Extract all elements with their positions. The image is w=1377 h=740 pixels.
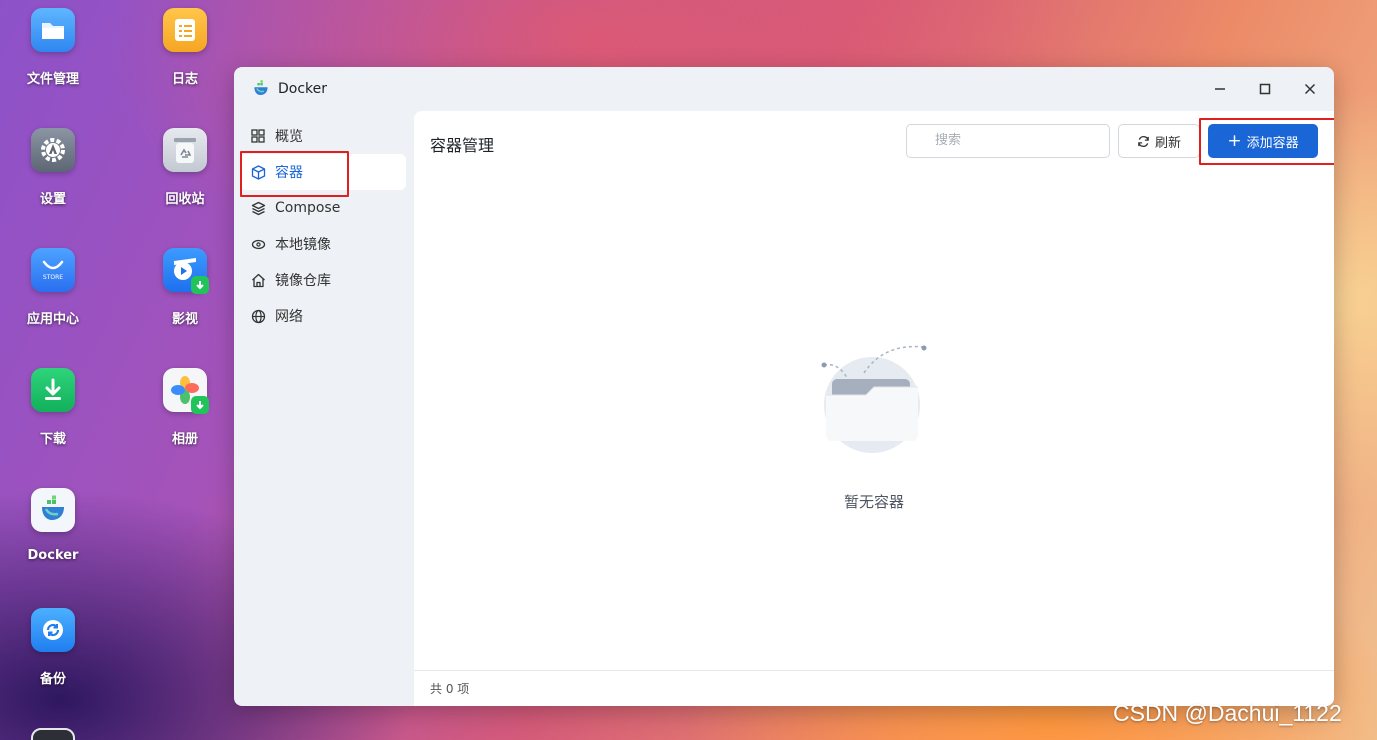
desktop-icon-label: 备份	[39, 672, 66, 687]
globe-icon	[250, 308, 266, 324]
house-icon	[250, 272, 266, 288]
log-icon	[163, 8, 207, 52]
desktop-icon-label: 设置	[39, 192, 66, 207]
desktop-icon-video[interactable]: 影视	[130, 248, 240, 327]
sidebar-item-network[interactable]: 网络	[240, 298, 406, 334]
desktop-icon-label: 影视	[171, 312, 198, 327]
desktop-icon-app-center[interactable]: STORE 应用中心	[0, 248, 108, 327]
recycle-bin-icon	[163, 128, 207, 172]
desktop-icon-label: 下载	[39, 432, 66, 447]
empty-folder-illustration	[821, 345, 927, 453]
desktop-icon-recycle-bin[interactable]: 回收站	[130, 128, 240, 207]
refresh-label: 刷新	[1154, 135, 1181, 151]
sidebar-item-label: 本地镜像	[275, 237, 331, 253]
photos-icon	[163, 368, 209, 414]
page-title: 容器管理	[430, 136, 495, 155]
refresh-button[interactable]: 刷新	[1118, 124, 1200, 158]
backup-icon	[31, 608, 75, 652]
window-titlebar[interactable]: Docker	[234, 67, 1334, 111]
sidebar-item-label: 镜像仓库	[275, 273, 331, 289]
store-icon: STORE	[31, 248, 75, 292]
docker-window: Docker 概览 容器 Compose 本地镜像 镜像仓库 网络 容器管理 搜…	[234, 67, 1334, 706]
desktop-icon-log[interactable]: 日志	[130, 8, 240, 87]
download-icon	[31, 368, 75, 412]
desktop-icon-file-manager[interactable]: 文件管理	[0, 8, 108, 87]
settings-icon	[31, 128, 75, 172]
sidebar-item-label: Compose	[275, 200, 341, 216]
layers-icon	[250, 200, 266, 216]
desktop-icon-settings[interactable]: 设置	[0, 128, 108, 207]
desktop-icon-backup[interactable]: 备份	[0, 608, 108, 687]
highlight-box-containers	[240, 151, 349, 197]
store-badge-text: STORE	[42, 273, 64, 281]
sidebar-item-label: 网络	[275, 309, 303, 325]
refresh-icon	[1137, 135, 1150, 148]
sidebar-item-image-registry[interactable]: 镜像仓库	[240, 262, 406, 298]
desktop-icon-docker[interactable]: Docker	[0, 488, 108, 563]
grid-icon	[250, 128, 266, 144]
sidebar-item-overview[interactable]: 概览	[240, 118, 406, 154]
minimize-icon[interactable]	[1209, 78, 1231, 100]
sidebar-item-label: 概览	[275, 129, 303, 145]
watermark-text: CSDN @Dachui_1122	[1113, 700, 1342, 726]
main-panel: 容器管理 搜索 刷新 + 添加容器 暂无容器 共 0 项	[414, 111, 1334, 706]
desktop-icon-label: 文件管理	[26, 72, 79, 87]
desktop-icon-label: 日志	[171, 72, 198, 87]
disk-icon	[250, 236, 266, 252]
docker-icon	[31, 488, 75, 532]
desktop-icon-download[interactable]: 下载	[0, 368, 108, 447]
desktop-icon-label: 回收站	[165, 192, 205, 207]
folder-icon	[31, 8, 75, 52]
window-title: Docker	[278, 81, 328, 97]
close-icon[interactable]	[1299, 78, 1321, 100]
highlight-box-add-container	[1199, 118, 1334, 165]
desktop-icon-label: 相册	[171, 432, 198, 447]
video-icon	[163, 248, 209, 294]
desktop-icon-photos[interactable]: 相册	[130, 368, 240, 447]
desktop-icon-label: 应用中心	[26, 312, 79, 327]
sidebar-item-local-images[interactable]: 本地镜像	[240, 226, 406, 262]
desktop-icon-partial[interactable]	[31, 728, 75, 740]
empty-state-text: 暂无容器	[843, 493, 904, 511]
maximize-icon[interactable]	[1254, 78, 1276, 100]
search-input[interactable]: 搜索	[906, 124, 1110, 158]
docker-icon	[252, 80, 270, 98]
desktop-icon-label: Docker	[27, 548, 79, 563]
